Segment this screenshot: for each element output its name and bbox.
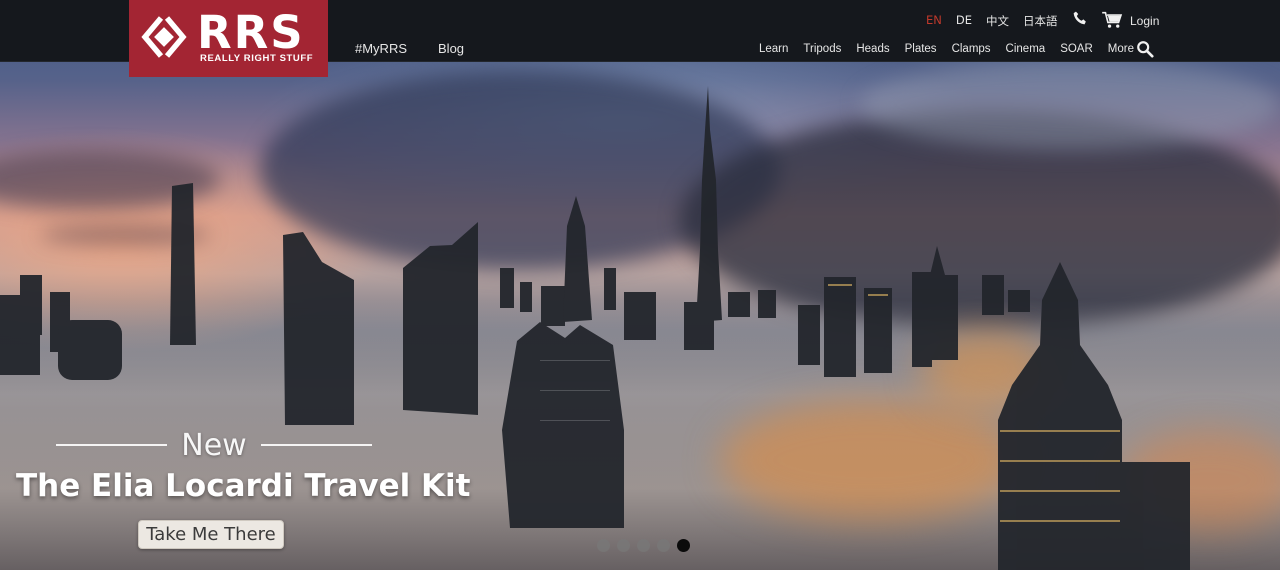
lang-zh[interactable]: 中文 <box>986 13 1009 29</box>
nav-learn-link[interactable]: Learn <box>759 43 788 55</box>
carousel-dot-5[interactable] <box>677 539 690 552</box>
search-icon[interactable] <box>1136 40 1154 58</box>
carousel-dot-4[interactable] <box>657 539 670 552</box>
carousel-dot-2[interactable] <box>617 539 630 552</box>
nav-tripods-link[interactable]: Tripods <box>803 43 841 55</box>
carousel-dot-1[interactable] <box>597 539 610 552</box>
rrs-diamond-logo-icon <box>141 16 187 58</box>
cart-icon[interactable] <box>1101 11 1123 29</box>
primary-nav: #MyRRS Blog <box>355 41 464 56</box>
login-link[interactable]: Login <box>1130 14 1159 28</box>
carousel-dot-3[interactable] <box>637 539 650 552</box>
nav-soar-link[interactable]: SOAR <box>1060 43 1093 55</box>
carousel-pagination <box>597 539 690 552</box>
lang-ja[interactable]: 日本語 <box>1023 13 1058 29</box>
nav-blog-link[interactable]: Blog <box>438 41 464 56</box>
lang-en[interactable]: EN <box>926 13 942 29</box>
nav-heads-link[interactable]: Heads <box>856 43 889 55</box>
nav-clamps-link[interactable]: Clamps <box>952 43 991 55</box>
kicker-divider-right <box>260 444 372 446</box>
promo-kicker-text: New <box>181 427 247 463</box>
brand-tagline: REALLY RIGHT STUFF <box>200 53 314 64</box>
nav-plates-link[interactable]: Plates <box>905 43 937 55</box>
nav-more-link[interactable]: More <box>1108 43 1134 55</box>
kicker-divider-left <box>56 444 168 446</box>
lang-de[interactable]: DE <box>956 13 972 29</box>
promo-title: The Elia Locardi Travel Kit <box>16 468 471 504</box>
promo-kicker: New <box>56 427 372 463</box>
phone-icon[interactable] <box>1071 10 1089 28</box>
take-me-there-button[interactable]: Take Me There <box>138 520 284 549</box>
product-nav: Learn Tripods Heads Plates Clamps Cinema… <box>759 43 1134 55</box>
brand-wordmark: RRS <box>197 6 305 59</box>
rrs-logo[interactable]: RRS REALLY RIGHT STUFF <box>129 0 328 77</box>
nav-myrrs-link[interactable]: #MyRRS <box>355 41 407 56</box>
nav-cinema-link[interactable]: Cinema <box>1006 43 1046 55</box>
language-switcher: EN DE 中文 日本語 <box>926 13 1058 29</box>
